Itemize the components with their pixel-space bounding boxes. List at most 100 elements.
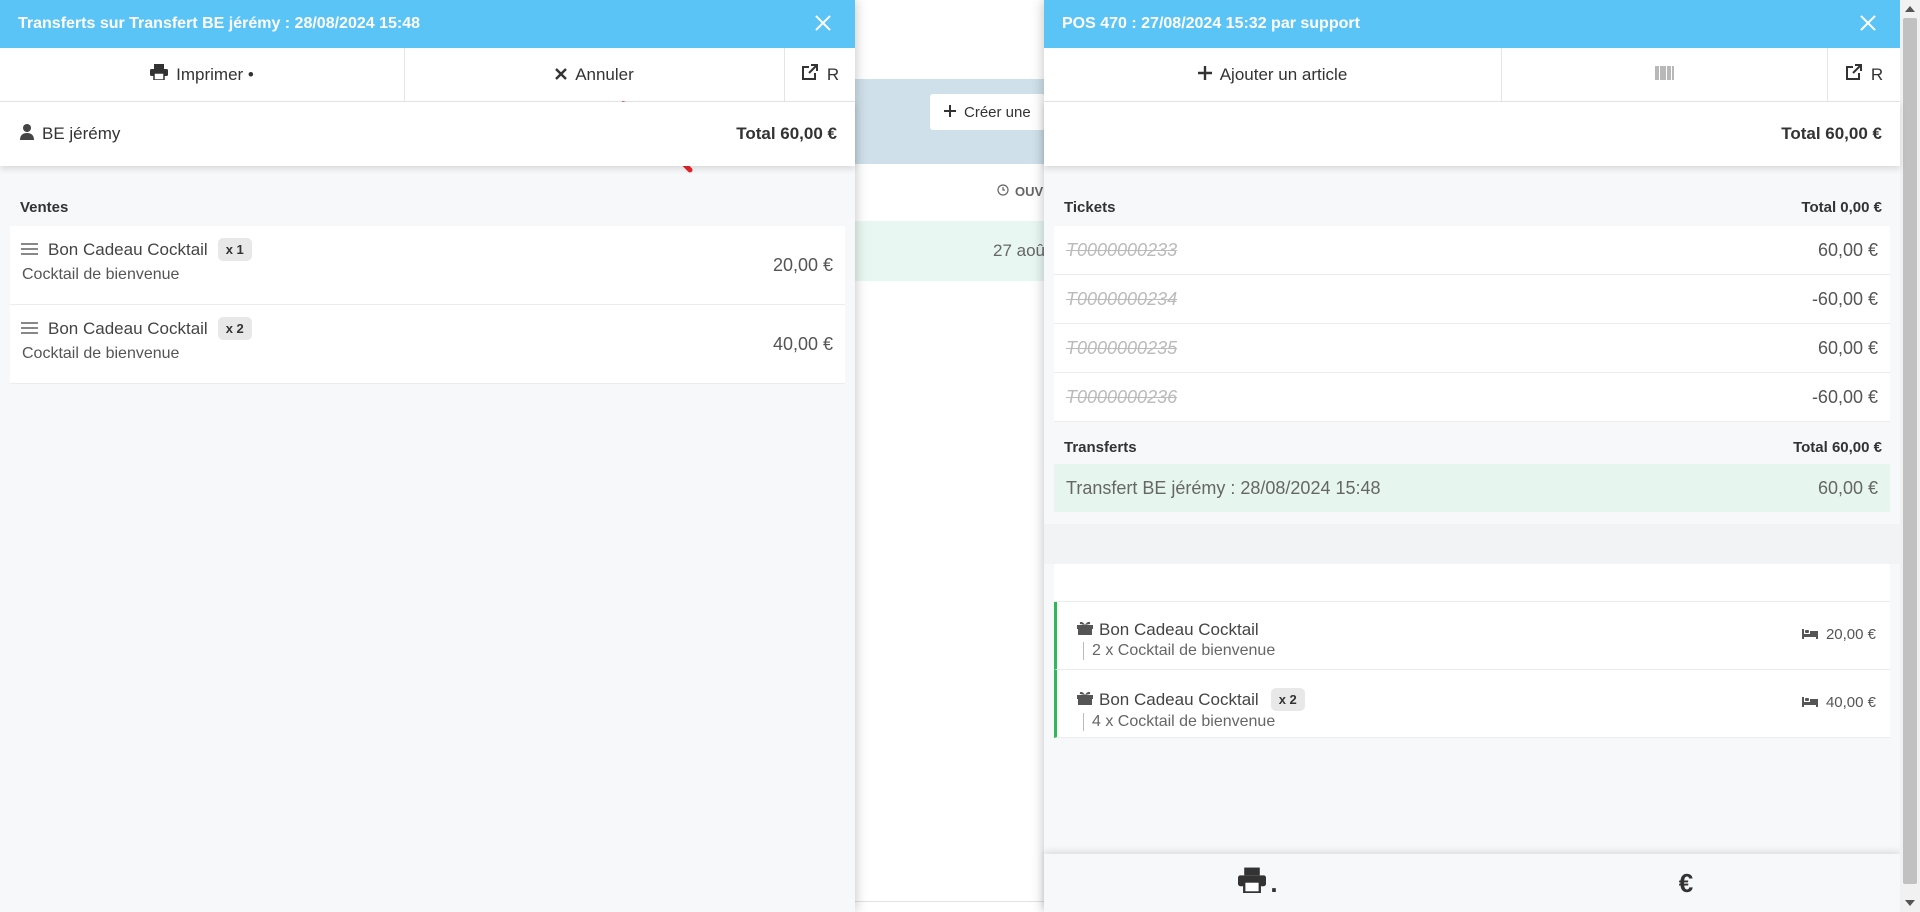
clock-icon [997,184,1009,199]
print-receipt-button[interactable]: . [1044,854,1472,912]
create-button-label: Créer une [964,103,1031,121]
page-scrollbar[interactable] [1900,0,1920,912]
transfers-total: Total 60,00 € [1793,439,1882,456]
transfer-toolbar: Imprimer • Annuler R [0,48,855,102]
scroll-up-icon[interactable] [1905,6,1915,12]
sale-item-price: 40,00 € [772,334,833,354]
pos-panel-title-bar: POS 470 : 27/08/2024 15:32 par support [1044,0,1900,48]
ticket-row[interactable]: T0000000234 -60,00 € [1054,275,1890,324]
sale-item[interactable]: Bon Cadeau Cocktail x 1 Cocktail de bien… [10,226,845,305]
add-article-label: Ajouter un article [1219,64,1348,84]
sale-item[interactable]: Bon Cadeau Cocktail x 2 Cocktail de bien… [10,305,845,384]
times-icon [555,65,568,85]
customer-header: BE jérémy Total 60,00 € [0,102,855,166]
ticket-row[interactable]: T0000000233 60,00 € [1054,226,1890,275]
euro-icon: € [1678,867,1694,898]
ticket-row[interactable]: T0000000236 -60,00 € [1054,373,1890,422]
close-icon[interactable] [1858,13,1878,33]
order-item[interactable]: Bon Cadeau Cocktail 2 x Cocktail de bien… [1054,602,1890,670]
open-external-button[interactable]: R [785,48,855,101]
cancel-button[interactable]: Annuler [405,48,785,101]
ticket-amount: -60,00 € [1811,386,1878,407]
pos-panel: POS 470 : 27/08/2024 15:32 par support A… [1044,0,1900,912]
ticket-code: T0000000233 [1066,239,1178,260]
order-item-name: Bon Cadeau Cocktail [1099,620,1259,639]
open-button-label: R [1870,64,1884,84]
sale-item-description: Cocktail de bienvenue [22,266,180,283]
tickets-heading: Tickets Total 0,00 € [1064,199,1882,216]
barcode-button[interactable] [1502,48,1828,101]
print-suffix: . [1270,867,1278,898]
ticket-code: T0000000234 [1066,288,1178,309]
add-article-button[interactable]: Ajouter un article [1044,48,1502,101]
scroll-thumb[interactable] [1903,18,1917,884]
plus-icon [944,104,956,121]
printer-icon [150,64,169,85]
order-item-price: 40,00 € [1825,694,1876,711]
external-link-icon [801,63,819,86]
tickets-total: Total 0,00 € [1801,199,1882,216]
printer-icon [1238,867,1267,900]
list-icon [21,322,38,335]
close-icon[interactable] [813,13,833,33]
ticket-code: T0000000235 [1066,337,1178,358]
sale-item-description: Cocktail de bienvenue [22,345,180,362]
pos-toolbar: Ajouter un article R [1044,48,1900,102]
order-item-description: 2 x Cocktail de bienvenue [1083,642,1890,660]
background-column-header[interactable]: OUV [997,184,1043,199]
transfer-label: Transfert BE jérémy : 28/08/2024 15:48 [1066,477,1381,498]
cancel-button-label: Annuler [575,64,634,84]
order-list-header [1054,564,1890,602]
gift-icon [1077,620,1093,640]
bed-icon [1801,694,1818,711]
transfer-amount: 60,00 € [1817,477,1878,498]
sale-item-name: Bon Cadeau Cocktail [48,239,208,259]
quantity-badge: x 1 [217,238,252,261]
background-row-date: 27 aoû [993,241,1045,260]
create-button[interactable]: Créer une [930,94,1045,130]
ticket-amount: 60,00 € [1817,337,1878,358]
payment-button[interactable]: € [1472,854,1900,912]
customer[interactable]: BE jérémy [20,123,121,145]
pos-total: Total 60,00 € [1781,124,1882,143]
order-item[interactable]: Bon Cadeau Cocktail x 2 4 x Cocktail de … [1054,670,1890,738]
print-button-label: Imprimer • [176,64,254,84]
transfer-panel-title-bar: Transferts sur Transfert BE jérémy : 28/… [0,0,855,48]
sale-item-name: Bon Cadeau Cocktail [48,318,208,338]
ticket-amount: -60,00 € [1811,288,1878,309]
order-item-description: 4 x Cocktail de bienvenue [1083,713,1890,731]
ticket-amount: 60,00 € [1817,239,1878,260]
order-item-name: Bon Cadeau Cocktail [1099,689,1259,709]
transfer-total: Total 60,00 € [736,124,837,143]
barcode-icon [1654,65,1675,85]
bottom-action-bar: . € [1044,854,1900,912]
divider [855,901,1065,902]
order-item-price-group: 40,00 € [1801,694,1876,711]
scroll-down-icon[interactable] [1905,900,1915,906]
divider [1044,524,1900,564]
quantity-badge: x 2 [217,317,252,340]
plus-icon [1197,65,1212,85]
transfer-row[interactable]: Transfert BE jérémy : 28/08/2024 15:48 6… [1054,464,1890,512]
sales-heading: Ventes [20,199,69,216]
open-external-button[interactable]: R [1828,48,1900,101]
list-icon [21,243,38,256]
ticket-code: T0000000236 [1066,386,1178,407]
pos-header: Total 60,00 € [1044,102,1900,166]
print-button[interactable]: Imprimer • [0,48,405,101]
transfers-heading: Transferts Total 60,00 € [1064,439,1882,456]
quantity-badge: x 2 [1270,688,1305,711]
sale-item-price: 20,00 € [772,255,833,275]
order-item-price-group: 20,00 € [1801,626,1876,643]
ticket-row[interactable]: T0000000235 60,00 € [1054,324,1890,373]
panel-title: POS 470 : 27/08/2024 15:32 par support [1062,15,1360,32]
user-icon [20,123,34,145]
bed-icon [1801,626,1818,643]
external-link-icon [1845,63,1863,86]
transfer-panel: Transferts sur Transfert BE jérémy : 28/… [0,0,855,912]
gift-icon [1077,690,1093,710]
panel-title: Transferts sur Transfert BE jérémy : 28/… [18,15,420,32]
open-button-label: R [826,64,840,84]
order-item-price: 20,00 € [1825,626,1876,643]
customer-name: BE jérémy [42,124,121,143]
